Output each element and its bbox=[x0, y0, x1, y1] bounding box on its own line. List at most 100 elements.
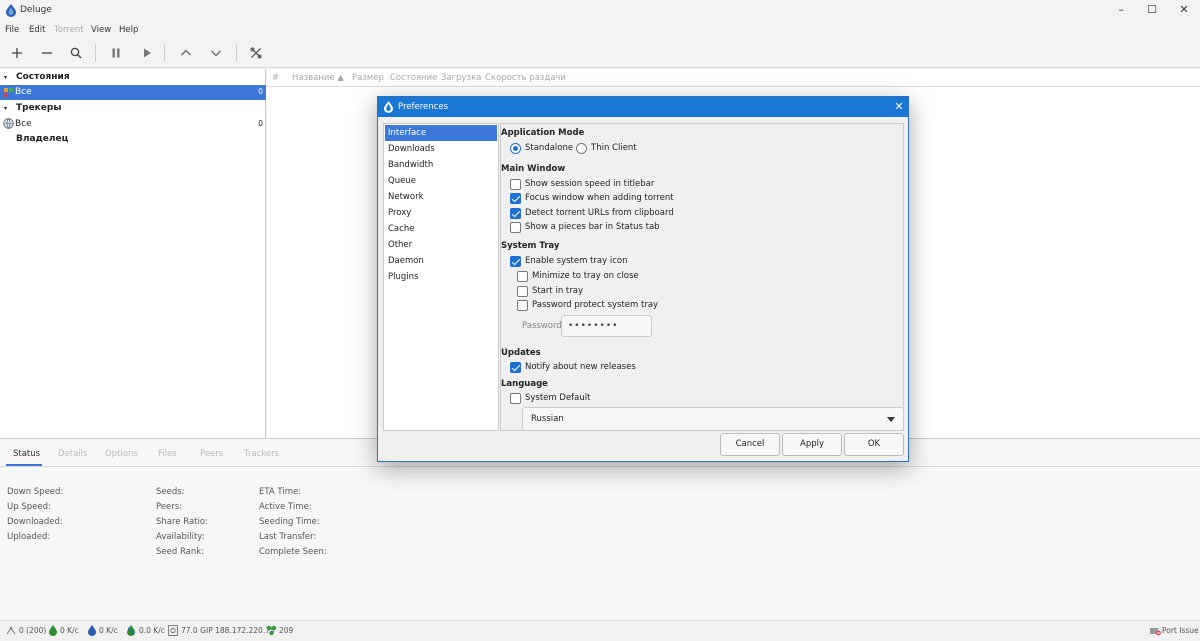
play-icon bbox=[144, 48, 151, 58]
menu-file[interactable]: File bbox=[5, 25, 19, 35]
minimize-button[interactable]: – bbox=[1108, 2, 1134, 18]
column-header-upload-speed[interactable]: Скорость раздачи bbox=[485, 73, 566, 83]
session-speed-checkbox[interactable] bbox=[510, 179, 521, 190]
owner-group-label: Владелец bbox=[16, 134, 69, 144]
thin-client-radio[interactable] bbox=[576, 143, 587, 154]
upload-speed[interactable]: 0 K/c bbox=[99, 626, 118, 635]
stat-label: Share Ratio: bbox=[156, 517, 208, 527]
sidebar-item-states-all[interactable]: Все 0 bbox=[0, 85, 266, 100]
upload-speed-icon bbox=[88, 625, 96, 636]
detect-urls-checkbox[interactable] bbox=[510, 208, 521, 219]
category-other[interactable]: Other bbox=[385, 237, 497, 253]
port-issue[interactable]: Port Issue bbox=[1162, 626, 1199, 635]
category-downloads[interactable]: Downloads bbox=[385, 141, 497, 157]
thin-client-label: Thin Client bbox=[591, 143, 637, 153]
tab-options[interactable]: Options bbox=[105, 449, 138, 459]
queue-up-button[interactable] bbox=[176, 43, 196, 63]
preferences-category-list: Interface Downloads Bandwidth Queue Netw… bbox=[383, 123, 499, 431]
dialog-close-button[interactable]: ✕ bbox=[892, 100, 906, 114]
close-button[interactable]: ✕ bbox=[1171, 2, 1197, 18]
menu-torrent[interactable]: Torrent bbox=[54, 25, 84, 35]
tray-password-field[interactable]: •••••••• bbox=[561, 315, 652, 337]
section-title-language: Language bbox=[501, 379, 548, 389]
menu-edit[interactable]: Edit bbox=[29, 25, 45, 35]
column-header-number[interactable]: # bbox=[272, 73, 279, 83]
tab-peers[interactable]: Peers bbox=[200, 449, 223, 459]
pieces-bar-checkbox[interactable] bbox=[510, 222, 521, 233]
remove-torrent-button[interactable] bbox=[37, 43, 57, 63]
external-ip[interactable]: IP 188.172.220.75 bbox=[206, 626, 275, 635]
trackers-group[interactable]: ▾ Трекеры bbox=[0, 101, 266, 116]
notify-releases-checkbox[interactable] bbox=[510, 362, 521, 373]
free-disk-space[interactable]: 77.0 G bbox=[181, 626, 206, 635]
category-interface[interactable]: Interface bbox=[385, 125, 497, 141]
start-in-tray-checkbox[interactable] bbox=[517, 286, 528, 297]
category-plugins[interactable]: Plugins bbox=[385, 269, 497, 285]
column-header-state[interactable]: Состояние bbox=[390, 73, 437, 83]
category-proxy[interactable]: Proxy bbox=[385, 205, 497, 221]
column-header-size[interactable]: Размер bbox=[352, 73, 384, 83]
maximize-button[interactable]: ☐ bbox=[1139, 2, 1165, 18]
stat-label: Complete Seen: bbox=[259, 547, 327, 557]
focus-window-checkbox[interactable] bbox=[510, 193, 521, 204]
dht-nodes[interactable]: 209 bbox=[279, 626, 293, 635]
system-default-language-checkbox[interactable] bbox=[510, 393, 521, 404]
stat-label: ETA Time: bbox=[259, 487, 302, 497]
section-title-main-window: Main Window bbox=[501, 164, 566, 174]
tab-details[interactable]: Details bbox=[58, 449, 87, 459]
category-network[interactable]: Network bbox=[385, 189, 497, 205]
pieces-bar-label: Show a pieces bar in Status tab bbox=[525, 222, 660, 232]
connections-count[interactable]: 0 (200) bbox=[19, 626, 46, 635]
stat-label: Down Speed: bbox=[7, 487, 64, 497]
column-header-name[interactable]: Название ▲ bbox=[292, 73, 344, 83]
toolbar-separator bbox=[236, 44, 237, 62]
tab-status[interactable]: Status bbox=[13, 449, 40, 459]
password-protect-checkbox[interactable] bbox=[517, 300, 528, 311]
status-bar: 0 (200) 0 K/c 0 K/c 0.0 K/c 77.0 G IP 18… bbox=[0, 620, 1200, 641]
tab-trackers[interactable]: Trackers bbox=[244, 449, 279, 459]
dialog-title-bar: Preferences ✕ bbox=[378, 97, 908, 117]
connections-icon bbox=[6, 626, 16, 635]
interface-settings-panel: Application Mode Standalone Thin Client … bbox=[500, 123, 904, 431]
protocol-traffic[interactable]: 0.0 K/c bbox=[139, 626, 165, 635]
start-in-tray-label: Start in tray bbox=[532, 286, 583, 296]
ok-button[interactable]: OK bbox=[844, 433, 904, 456]
preferences-dialog: Preferences ✕ Interface Downloads Bandwi… bbox=[377, 96, 909, 462]
sidebar-item-trackers-all[interactable]: Все 0 bbox=[0, 117, 266, 132]
chevron-down-icon bbox=[211, 50, 221, 57]
category-daemon[interactable]: Daemon bbox=[385, 253, 497, 269]
search-button[interactable] bbox=[66, 43, 86, 63]
password-protect-label: Password protect system tray bbox=[532, 300, 659, 310]
sidebar: ▾ Состояния Все 0 ▾ Трекеры Все 0 Владел… bbox=[0, 69, 266, 438]
stat-label: Downloaded: bbox=[7, 517, 63, 527]
category-queue[interactable]: Queue bbox=[385, 173, 497, 189]
category-cache[interactable]: Cache bbox=[385, 221, 497, 237]
preferences-button[interactable] bbox=[246, 43, 266, 63]
menu-view[interactable]: View bbox=[91, 25, 111, 35]
menu-bar: File Edit Torrent View Help bbox=[0, 22, 1200, 38]
tab-files[interactable]: Files bbox=[158, 449, 177, 459]
notify-releases-label: Notify about new releases bbox=[525, 362, 636, 372]
language-select[interactable]: Russian bbox=[522, 407, 904, 431]
cancel-button[interactable]: Cancel bbox=[720, 433, 780, 456]
download-speed[interactable]: 0 K/c bbox=[60, 626, 79, 635]
pause-button[interactable] bbox=[106, 43, 126, 63]
column-header-download[interactable]: Загрузка bbox=[441, 73, 481, 83]
queue-down-button[interactable] bbox=[206, 43, 226, 63]
resume-button[interactable] bbox=[137, 43, 157, 63]
category-bandwidth[interactable]: Bandwidth bbox=[385, 157, 497, 173]
standalone-radio[interactable] bbox=[510, 143, 521, 154]
deluge-logo-icon bbox=[384, 101, 393, 113]
add-torrent-button[interactable] bbox=[7, 43, 27, 63]
all-states-icon bbox=[4, 88, 13, 97]
minimize-to-tray-checkbox[interactable] bbox=[517, 271, 528, 282]
apply-button[interactable]: Apply bbox=[782, 433, 842, 456]
states-group[interactable]: ▾ Состояния bbox=[0, 70, 266, 85]
owner-group[interactable]: Владелец bbox=[0, 132, 266, 147]
section-title-updates: Updates bbox=[501, 348, 541, 358]
stat-label: Uploaded: bbox=[7, 532, 51, 542]
enable-tray-checkbox[interactable] bbox=[510, 256, 521, 267]
menu-help[interactable]: Help bbox=[119, 25, 138, 35]
toolbar bbox=[0, 38, 1200, 68]
stat-label: Peers: bbox=[156, 502, 183, 512]
